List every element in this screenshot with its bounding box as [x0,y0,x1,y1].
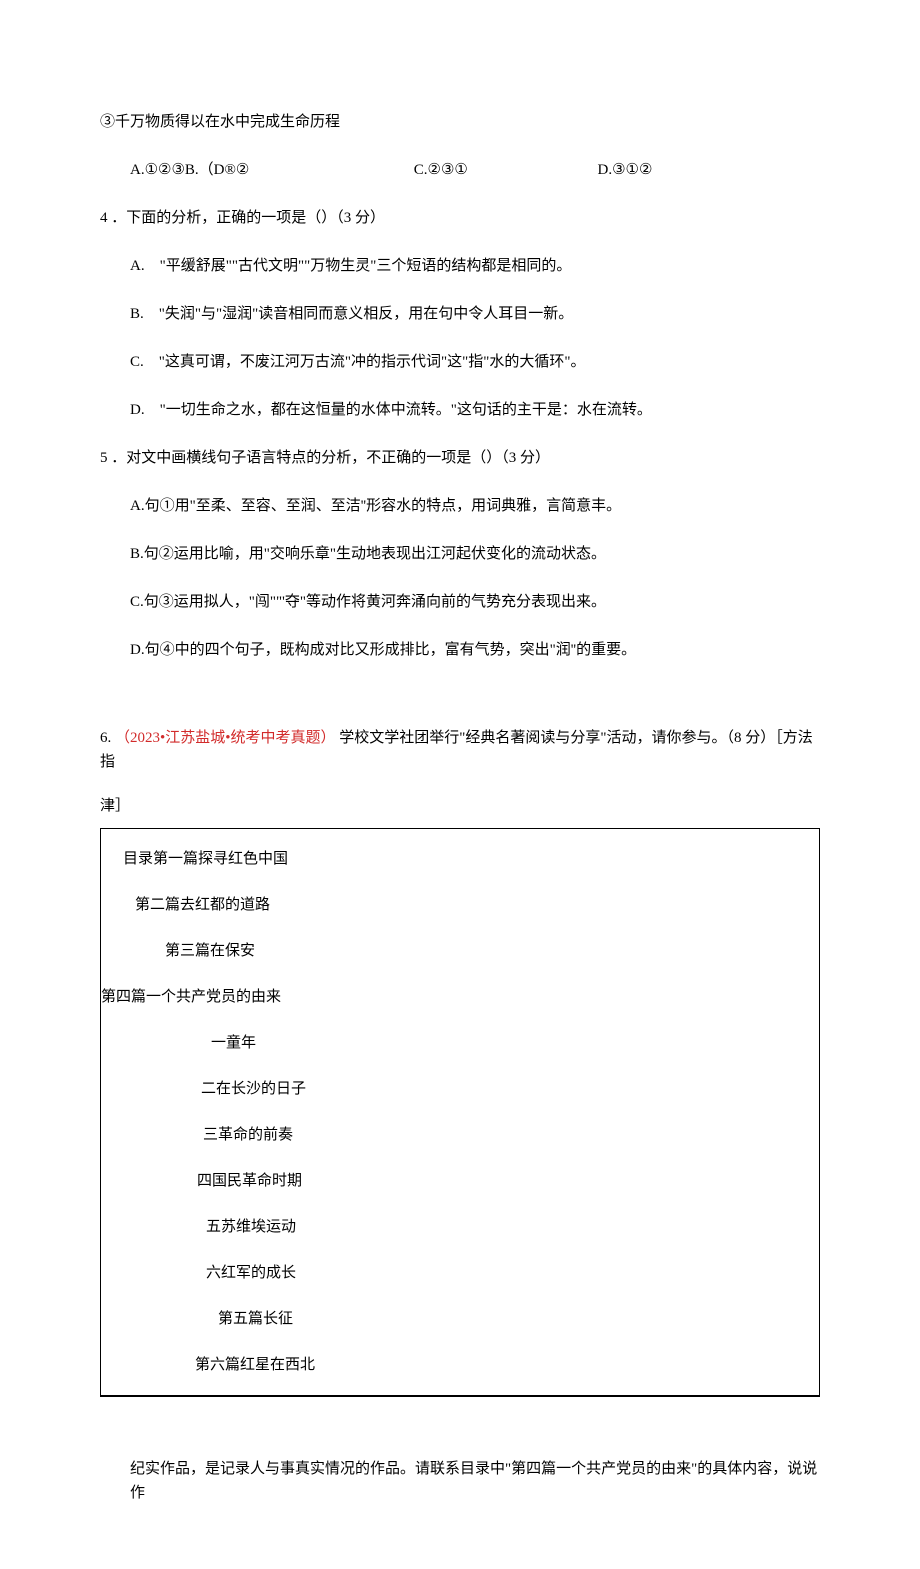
q4-option-a: A. "平缓舒展""古代文明""万物生灵"三个短语的结构都是相同的。 [100,254,820,278]
q5-option-d: D.句④中的四个句子，既构成对比又形成排比，富有气势，突出"润''的重要。 [100,638,820,662]
q4-option-c: C. "这真可谓，不废江河万古流"冲的指示代词"这"指"水的大循环"。 [100,350,820,374]
toc-ch6: 六红军的成长 [101,1261,819,1285]
toc-ch1: 一童年 [101,1031,819,1055]
q6-tail2: 津］ [100,794,820,818]
toc-part1-head: 目录第一篇探寻红色中国 [101,847,819,871]
q6-stem: 6. （2023•江苏盐城•统考中考真题） 学校文学社团举行"经典名著阅读与分享… [100,726,820,774]
line-circle-3: ③千万物质得以在水中完成生命历程 [100,110,820,134]
q3-options-row: A.①②③B.（D®② C.②③① D.③①② [100,158,820,182]
toc-part2: 第二篇去红都的道路 [101,893,819,917]
q5-option-a: A.句①用"至柔、至容、至润、至洁''形容水的特点，用词典雅，言简意丰。 [100,494,820,518]
toc-part5: 第五篇长征 [101,1307,819,1331]
toc-table: 目录第一篇探寻红色中国 第二篇去红都的道路 第三篇在保安 第四篇一个共产党员的由… [100,828,820,1397]
q6-number: 6. [100,726,111,750]
q4-option-d: D. "一切生命之水，都在这恒量的水体中流转。"这句话的主干是：水在流转。 [100,398,820,422]
toc-ch2: 二在长沙的日子 [101,1077,819,1101]
toc-part3: 第三篇在保安 [101,939,819,963]
q6-source-red: （2023•江苏盐城•统考中考真题） [115,730,336,746]
toc-part4: 第四篇一个共产党员的由来 [101,985,819,1009]
q5-option-b: B.句②运用比喻，用"交响乐章"生动地表现出江河起伏变化的流动状态。 [100,542,820,566]
q3-option-c: C.②③① [414,158,594,182]
toc-part6: 第六篇红星在西北 [101,1353,819,1377]
q5-option-c: C.句③运用拟人，"闯""'夺"等动作将黄河奔涌向前的气势充分表现出来。 [100,590,820,614]
toc-ch4: 四国民革命时期 [101,1169,819,1193]
toc-ch3: 三革命的前奏 [101,1123,819,1147]
q5-stem: 5 ．对文中画横线句子语言特点的分析，不正确的一项是（）（3 分） [100,446,820,470]
q4-option-b: B. "失润"与"湿润"读音相同而意义相反，用在句中令人耳目一新。 [100,302,820,326]
toc-ch5: 五苏维埃运动 [101,1215,819,1239]
q3-option-d: D.③①② [598,158,653,182]
q3-option-a: A.①②③B.（D®② [130,158,410,182]
q4-stem: 4 ．下面的分析，正确的一项是（）（3 分） [100,206,820,230]
final-paragraph: 纪实作品，是记录人与事真实情况的作品。请联系目录中"第四篇一个共产党员的由来"的… [100,1457,820,1505]
